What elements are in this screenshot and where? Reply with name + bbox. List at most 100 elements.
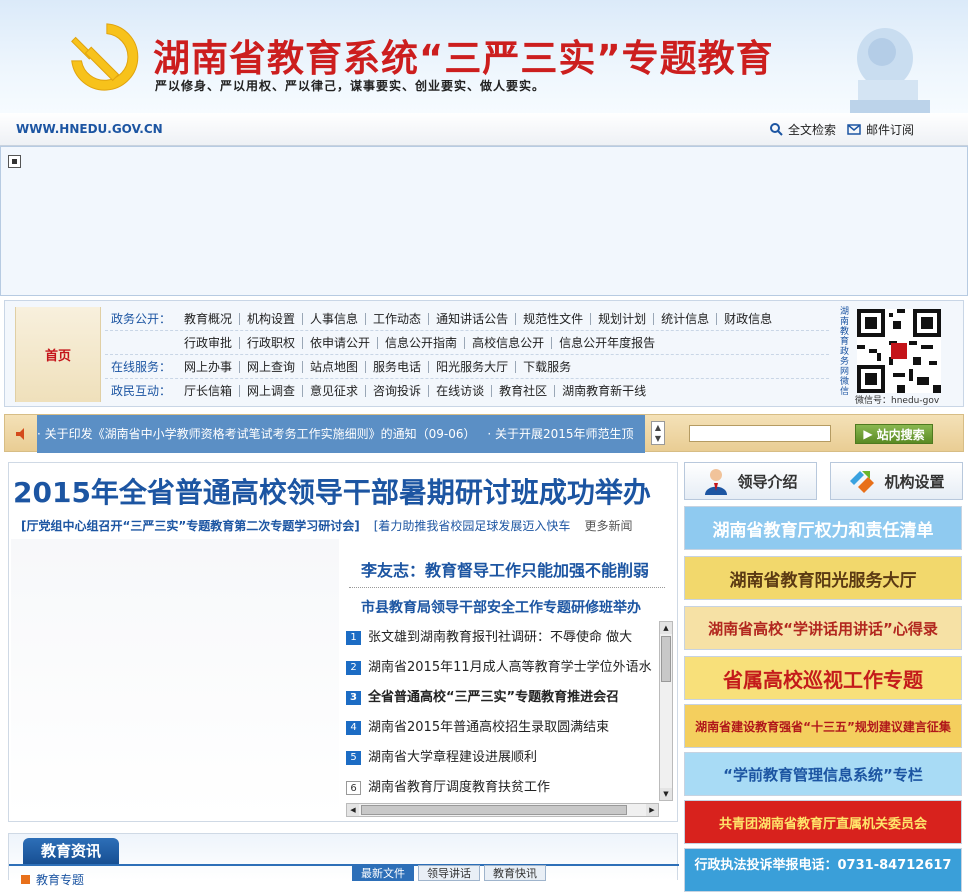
- plugin-placeholder-icon: [8, 155, 21, 168]
- banner-complaint-hotline[interactable]: 行政执法投诉举报电话：0731-84712617: [684, 848, 962, 892]
- arrow-right-icon: ▶: [863, 427, 873, 441]
- news-list-vertical-scrollbar[interactable]: ▲ ▼: [659, 621, 673, 801]
- list-item-text: 湖南省教育厅调度教育扶贫工作: [368, 780, 551, 795]
- nav-item[interactable]: 行政职权: [240, 336, 304, 349]
- site-search-button[interactable]: ▶ 站内搜索: [855, 424, 933, 444]
- nav-item[interactable]: 行政审批: [177, 336, 241, 349]
- mail-subscribe-link[interactable]: 邮件订阅: [847, 121, 914, 138]
- nav-item[interactable]: 财政信息: [717, 313, 779, 325]
- nav-item[interactable]: 阳光服务大厅: [429, 360, 517, 373]
- chevron-down-icon[interactable]: ▼: [652, 433, 664, 444]
- nav-item[interactable]: 信息公开指南: [378, 336, 466, 349]
- nav-item[interactable]: 人事信息: [303, 312, 367, 325]
- main-navigation: 首页 政务公开： 教育概况 机构设置 人事信息 工作动态 通知讲话公告 规范性文…: [4, 300, 964, 407]
- nav-item[interactable]: 站点地图: [303, 360, 367, 373]
- chevron-up-icon[interactable]: ▲: [652, 422, 664, 433]
- banner-inspection-topic[interactable]: 省属高校巡视工作专题: [684, 656, 962, 700]
- nav-row-gov: 政务公开： 教育概况 机构设置 人事信息 工作动态 通知讲话公告 规范性文件 规…: [105, 307, 829, 331]
- nav-item[interactable]: 教育概况: [177, 312, 241, 325]
- tab-education-news[interactable]: 教育快讯: [484, 865, 546, 881]
- scrollbar-thumb[interactable]: [361, 805, 627, 815]
- hammer-sickle-icon: [71, 23, 139, 91]
- nav-item[interactable]: 机构设置: [240, 312, 304, 325]
- list-item[interactable]: 4 湖南省2015年普通高校招生录取圆满结束: [346, 713, 659, 743]
- news-photo-area[interactable]: [11, 539, 339, 819]
- speaker-icon: [16, 428, 24, 440]
- chevron-up-icon[interactable]: ▲: [660, 622, 672, 634]
- list-item[interactable]: 6 湖南省教育厅调度教育扶贫工作: [346, 773, 659, 801]
- search-icon: [770, 123, 783, 136]
- nav-item[interactable]: 规划计划: [591, 312, 655, 325]
- list-item[interactable]: 1 张文雄到湖南教育报刊社调研：不辱使命 做大: [346, 623, 659, 653]
- news-top-headline[interactable]: 李友志：教育督导工作只能加强不能削弱: [361, 557, 649, 581]
- org-setup-button[interactable]: 机构设置: [830, 462, 963, 500]
- ticker-updown-control[interactable]: ▲ ▼: [651, 421, 665, 445]
- info-tabs: 最新文件 领导讲话 教育快讯: [352, 865, 546, 881]
- list-item-text: 张文雄到湖南教育报刊社调研：不辱使命 做大: [368, 630, 633, 645]
- list-item-text: 湖南省大学章程建设进展顺利: [368, 750, 538, 765]
- fulltext-search-label: 全文检索: [788, 123, 837, 137]
- nav-item[interactable]: 规范性文件: [516, 312, 592, 325]
- news-list-horizontal-scrollbar[interactable]: ◀ ▶: [346, 803, 659, 817]
- chevron-right-icon[interactable]: ▶: [646, 804, 658, 816]
- nav-item[interactable]: 信息公开年度报告: [552, 337, 662, 349]
- list-item[interactable]: 5 湖南省大学章程建设进展顺利: [346, 743, 659, 773]
- more-news-link[interactable]: 更多新闻: [584, 517, 632, 534]
- education-info-section: 教育资讯 教育专题 最新文件 领导讲话 教育快讯: [8, 833, 679, 887]
- header-banner: 湖南省教育系统“三严三实”专题教育 严以修身、严以用权、严以律己，谋事要实、创业…: [0, 0, 968, 113]
- ticker-item[interactable]: · 关于开展2015年师范生顶: [487, 427, 633, 441]
- news-sub-headline[interactable]: 市县教育局领导干部安全工作专题研修班举办: [361, 597, 641, 617]
- nav-home[interactable]: 首页: [15, 307, 101, 402]
- nav-item[interactable]: 统计信息: [654, 312, 718, 325]
- banner-preschool-system[interactable]: “学前教育管理信息系统”专栏: [684, 752, 962, 796]
- leader-intro-button[interactable]: 领导介绍: [684, 462, 817, 500]
- sub-link[interactable]: [着力助推我省校园足球发展迈入快车: [374, 517, 571, 534]
- nav-item[interactable]: 服务电话: [366, 360, 430, 373]
- url-bar: WWW.HNEDU.GOV.CN 全文检索 邮件订阅: [0, 113, 968, 146]
- site-search-input[interactable]: [689, 425, 831, 442]
- tab-leader-speech[interactable]: 领导讲话: [418, 865, 480, 881]
- banner-sunshine-service[interactable]: 湖南省教育阳光服务大厅: [684, 556, 962, 600]
- list-item-text: 湖南省2015年普通高校招生录取圆满结束: [368, 720, 610, 735]
- list-number-badge: 5: [346, 751, 361, 765]
- nav-item[interactable]: 厅长信箱: [177, 385, 241, 397]
- nav-item[interactable]: 网上调查: [240, 385, 304, 397]
- nav-item[interactable]: 下载服务: [516, 361, 578, 373]
- banner-13th-plan[interactable]: 湖南省建设教育强省“十三五”规划建议建言征集: [684, 704, 962, 748]
- scrollbar-thumb[interactable]: [661, 636, 671, 682]
- mail-icon: [847, 124, 861, 135]
- nav-item[interactable]: 湖南教育新干线: [555, 385, 653, 397]
- nav-item[interactable]: 网上办事: [177, 360, 241, 373]
- list-item[interactable]: 3 全省普通高校“三严三实”专题教育推进会召: [346, 683, 659, 713]
- org-setup-label: 机构设置: [884, 472, 945, 491]
- tab-latest-files[interactable]: 最新文件: [352, 865, 414, 881]
- nav-item[interactable]: 工作动态: [366, 312, 430, 325]
- person-icon: [705, 469, 728, 495]
- mail-subscribe-label: 邮件订阅: [866, 123, 915, 137]
- banner-youth-league[interactable]: 共青团湖南省教育厅直属机关委员会: [684, 800, 962, 844]
- nav-item[interactable]: 依申请公开: [303, 336, 379, 349]
- divider: [349, 587, 665, 588]
- nav-item[interactable]: 咨询投诉: [366, 385, 430, 397]
- nav-rows: 政务公开： 教育概况 机构设置 人事信息 工作动态 通知讲话公告 规范性文件 规…: [105, 307, 829, 402]
- nav-item[interactable]: 意见征求: [303, 385, 367, 397]
- news-headline[interactable]: 2015年全省普通高校领导干部暑期研讨班成功举办: [13, 471, 651, 511]
- sub-link[interactable]: [厅党组中心组召开“三严三实”专题教育第二次专题学习研讨会]: [21, 517, 360, 534]
- nav-item[interactable]: 在线访谈: [429, 385, 493, 397]
- lion-statue-icon: [850, 28, 930, 113]
- nav-item[interactable]: 教育社区: [492, 385, 556, 397]
- nav-row-label: 在线服务：: [110, 359, 171, 374]
- banner-study-speech[interactable]: 湖南省高校“学讲话用讲话”心得录: [684, 606, 962, 650]
- ticker-item[interactable]: · 关于印发《湖南省中小学教师资格考试笔试考务工作实施细则》的通知（09-06）: [37, 427, 476, 441]
- nav-row-online: 在线服务： 网上办事 网上查询 站点地图 服务电话 阳光服务大厅 下载服务: [105, 355, 829, 379]
- chevron-down-icon[interactable]: ▼: [660, 788, 672, 800]
- nav-item[interactable]: 高校信息公开: [465, 336, 553, 349]
- banner-power-list[interactable]: 湖南省教育厅权力和责任清单: [684, 506, 962, 550]
- list-item[interactable]: 2 湖南省2015年11月成人高等教育学士学位外语水: [346, 653, 659, 683]
- chevron-left-icon[interactable]: ◀: [347, 804, 359, 816]
- ticker-scroll[interactable]: · 关于印发《湖南省中小学教师资格考试笔试考务工作实施细则》的通知（09-06）…: [37, 415, 645, 453]
- list-number-badge: 6: [346, 781, 361, 795]
- fulltext-search-link[interactable]: 全文检索: [770, 121, 836, 138]
- nav-item[interactable]: 通知讲话公告: [429, 312, 517, 325]
- nav-item[interactable]: 网上查询: [240, 360, 304, 373]
